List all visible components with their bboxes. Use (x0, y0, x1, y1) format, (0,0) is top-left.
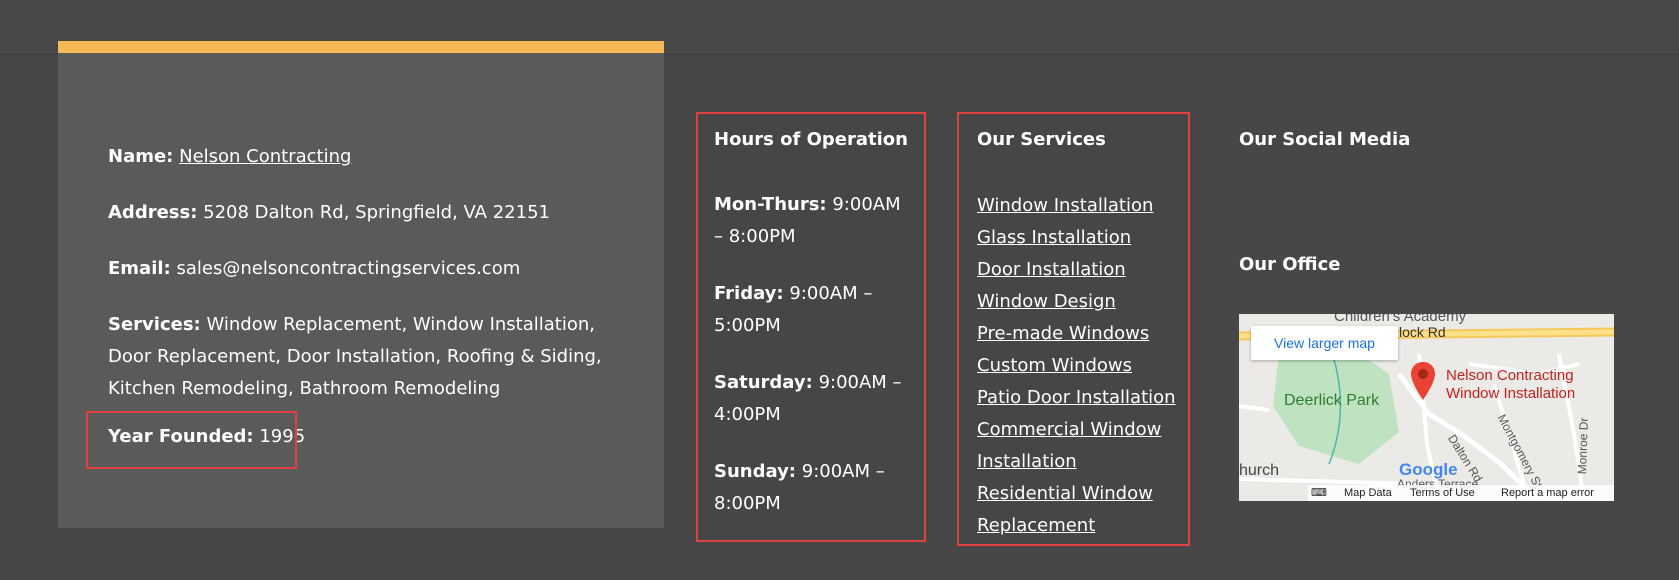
company-services-row: Services: Window Replacement, Window Ins… (108, 309, 618, 405)
keyboard-icon[interactable]: ⌨ (1308, 485, 1330, 501)
company-address-label: Address: (108, 202, 198, 223)
hours-day: Saturday: (714, 372, 813, 393)
view-larger-map-button[interactable]: View larger map (1251, 326, 1398, 360)
social-media-title: Our Social Media (1239, 129, 1411, 150)
map-pin-label-line2: Window Installation (1446, 385, 1576, 402)
list-item: Window Installation (977, 190, 1192, 222)
list-item: Residential Window Replacement (977, 478, 1192, 542)
map-label-road-top: lock Rd (1399, 324, 1446, 340)
company-address-value: 5208 Dalton Rd, Springfield, VA 22151 (203, 202, 550, 223)
hours-title: Hours of Operation (714, 129, 908, 150)
google-logo: Google (1399, 460, 1458, 479)
service-link-commercial-window-installation[interactable]: Commercial Window Installation (977, 419, 1161, 472)
service-link-residential-window-replacement[interactable]: Residential Window Replacement (977, 483, 1153, 536)
office-title: Our Office (1239, 254, 1341, 275)
hours-day: Mon-Thurs: (714, 194, 827, 215)
company-services-label: Services: (108, 314, 201, 335)
hours-day: Friday: (714, 283, 784, 304)
services-link-list: Window Installation Glass Installation D… (977, 190, 1192, 542)
hours-entry: Saturday: 9:00AM – 4:00PM (714, 367, 914, 431)
report-map-error-link[interactable]: Report a map error (1501, 485, 1594, 501)
service-link-patio-door-installation[interactable]: Patio Door Installation (977, 387, 1176, 408)
hours-entry: Sunday: 9:00AM – 8:00PM (714, 456, 914, 520)
list-item: Glass Installation (977, 222, 1192, 254)
terms-of-use-link[interactable]: Terms of Use (1410, 485, 1475, 501)
map-label-monroe: Monroe Dr (1575, 417, 1591, 475)
list-item: Patio Door Installation (977, 382, 1192, 414)
service-link-custom-windows[interactable]: Custom Windows (977, 355, 1132, 376)
office-map[interactable]: View larger map Children's Academy lock … (1239, 314, 1614, 501)
map-data-link[interactable]: Map Data (1344, 485, 1392, 501)
service-link-pre-made-windows[interactable]: Pre-made Windows (977, 323, 1149, 344)
map-pin-icon[interactable] (1411, 362, 1435, 400)
list-item: Commercial Window Installation (977, 414, 1192, 478)
map-label-park: Deerlick Park (1284, 392, 1380, 409)
service-link-window-installation[interactable]: Window Installation (977, 195, 1153, 216)
map-pin-label: Nelson Contracting Window Installation (1446, 367, 1575, 403)
list-item: Custom Windows (977, 350, 1192, 382)
hours-entry: Friday: 9:00AM – 5:00PM (714, 278, 914, 342)
service-link-door-installation[interactable]: Door Installation (977, 259, 1126, 280)
company-address-row: Address: 5208 Dalton Rd, Springfield, VA… (108, 197, 550, 229)
hours-entry: Mon-Thurs: 9:00AM – 8:00PM (714, 189, 914, 253)
year-founded-highlight (86, 411, 297, 469)
company-name-row: Name: Nelson Contracting (108, 141, 351, 173)
hours-day: Sunday: (714, 461, 797, 482)
map-footer-bar: ⌨ Map Data Terms of Use Report a map err… (1308, 485, 1614, 501)
service-link-glass-installation[interactable]: Glass Installation (977, 227, 1131, 248)
list-item: Pre-made Windows (977, 318, 1192, 350)
map-label-church: hurch (1239, 462, 1280, 479)
service-link-window-design[interactable]: Window Design (977, 291, 1116, 312)
company-email-label: Email: (108, 258, 171, 279)
company-email-value: sales@nelsoncontractingservices.com (176, 258, 521, 279)
list-item: Window Design (977, 286, 1192, 318)
company-name-label: Name: (108, 146, 174, 167)
company-name-link[interactable]: Nelson Contracting (179, 146, 351, 167)
list-item: Door Installation (977, 254, 1192, 286)
map-pin-label-line1: Nelson Contracting (1446, 367, 1574, 384)
company-email-row: Email: sales@nelsoncontractingservices.c… (108, 253, 520, 285)
services-title: Our Services (977, 129, 1106, 150)
